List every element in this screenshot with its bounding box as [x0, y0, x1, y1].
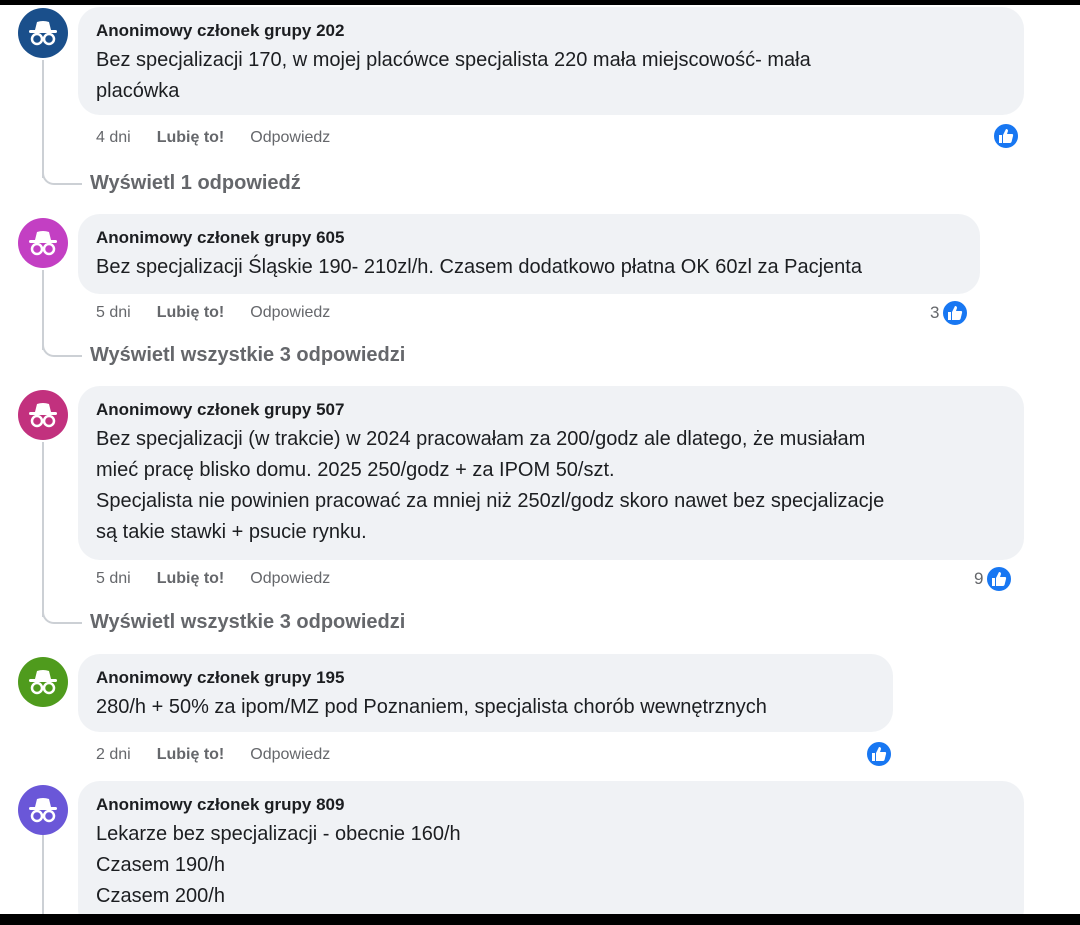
anonymous-member-icon — [29, 798, 57, 823]
reply-button[interactable]: Odpowiedz — [250, 745, 330, 765]
thread-line — [42, 60, 44, 178]
comment-author[interactable]: Anonimowy członek grupy 202 — [96, 21, 1006, 41]
thread-connector — [42, 610, 82, 624]
comment-actions: 2 dni Lubię to! Odpowiedz — [96, 745, 330, 765]
comment-bubble: Anonimowy członek grupy 195 280/h + 50% … — [78, 654, 893, 732]
comment-bubble: Anonimowy członek grupy 507 Bez specjali… — [78, 386, 1024, 560]
view-replies-link[interactable]: Wyświetl 1 odpowiedź — [90, 172, 301, 195]
thread-line — [42, 442, 44, 617]
thread-line — [42, 270, 44, 350]
comment-actions: 5 dni Lubię to! Odpowiedz — [96, 303, 330, 323]
comment-author[interactable]: Anonimowy członek grupy 507 — [96, 400, 1006, 420]
comment-text: Bez specjalizacji (w trakcie) w 2024 pra… — [96, 428, 885, 543]
comment-time[interactable]: 2 dni — [96, 745, 131, 765]
reaction-count: 9 — [974, 569, 984, 588]
anonymous-member-icon — [29, 231, 57, 256]
thumbs-up-icon — [941, 299, 970, 327]
thumbs-up-icon — [992, 122, 1020, 150]
comment-bubble: Anonimowy członek grupy 809 Lekarze bez … — [78, 781, 1024, 914]
thread-connector — [42, 171, 82, 185]
reactions[interactable]: 3 — [930, 299, 970, 327]
comment-text: Bez specjalizacji 170, w mojej placówce … — [96, 49, 811, 102]
comment-author[interactable]: Anonimowy członek grupy 195 — [96, 668, 875, 688]
comment-actions: 4 dni Lubię to! Odpowiedz — [96, 128, 330, 148]
reaction-count: 3 — [930, 303, 940, 322]
comment-author[interactable]: Anonimowy członek grupy 605 — [96, 228, 962, 248]
comments-screen: Anonimowy członek grupy 202 Bez specjali… — [0, 5, 1080, 914]
reply-button[interactable]: Odpowiedz — [250, 569, 330, 589]
thread-connector — [42, 343, 82, 357]
reactions[interactable] — [990, 122, 1020, 150]
reply-button[interactable]: Odpowiedz — [250, 303, 330, 323]
thumbs-up-icon — [865, 740, 893, 768]
comment-bubble: Anonimowy członek grupy 605 Bez specjali… — [78, 214, 980, 294]
reactions[interactable]: 9 — [974, 565, 1014, 593]
anonymous-member-icon — [29, 403, 57, 428]
avatar[interactable] — [18, 657, 68, 707]
reply-button[interactable]: Odpowiedz — [250, 128, 330, 148]
comment-text: Lekarze bez specjalizacji - obecnie 160/… — [96, 823, 461, 907]
avatar[interactable] — [18, 785, 68, 835]
comment-author[interactable]: Anonimowy członek grupy 809 — [96, 795, 1006, 815]
anonymous-member-icon — [29, 21, 57, 46]
thread-line — [42, 835, 44, 914]
like-button[interactable]: Lubię to! — [157, 303, 225, 323]
comment-time[interactable]: 5 dni — [96, 303, 131, 323]
comment-text: 280/h + 50% za ipom/MZ pod Poznaniem, sp… — [96, 696, 767, 718]
comment-bubble: Anonimowy członek grupy 202 Bez specjali… — [78, 7, 1024, 115]
avatar[interactable] — [18, 8, 68, 58]
bottom-border — [0, 914, 1080, 925]
comment-text: Bez specjalizacji Śląskie 190- 210zl/h. … — [96, 256, 862, 278]
like-button[interactable]: Lubię to! — [157, 745, 225, 765]
avatar[interactable] — [18, 390, 68, 440]
like-button[interactable]: Lubię to! — [157, 128, 225, 148]
thumbs-up-icon — [985, 565, 1014, 593]
avatar[interactable] — [18, 218, 68, 268]
reactions[interactable] — [863, 740, 893, 768]
view-replies-link[interactable]: Wyświetl wszystkie 3 odpowiedzi — [90, 611, 405, 634]
comment-time[interactable]: 5 dni — [96, 569, 131, 589]
comment-time[interactable]: 4 dni — [96, 128, 131, 148]
like-button[interactable]: Lubię to! — [157, 569, 225, 589]
comment-actions: 5 dni Lubię to! Odpowiedz — [96, 569, 330, 589]
anonymous-member-icon — [29, 670, 57, 695]
view-replies-link[interactable]: Wyświetl wszystkie 3 odpowiedzi — [90, 344, 405, 367]
